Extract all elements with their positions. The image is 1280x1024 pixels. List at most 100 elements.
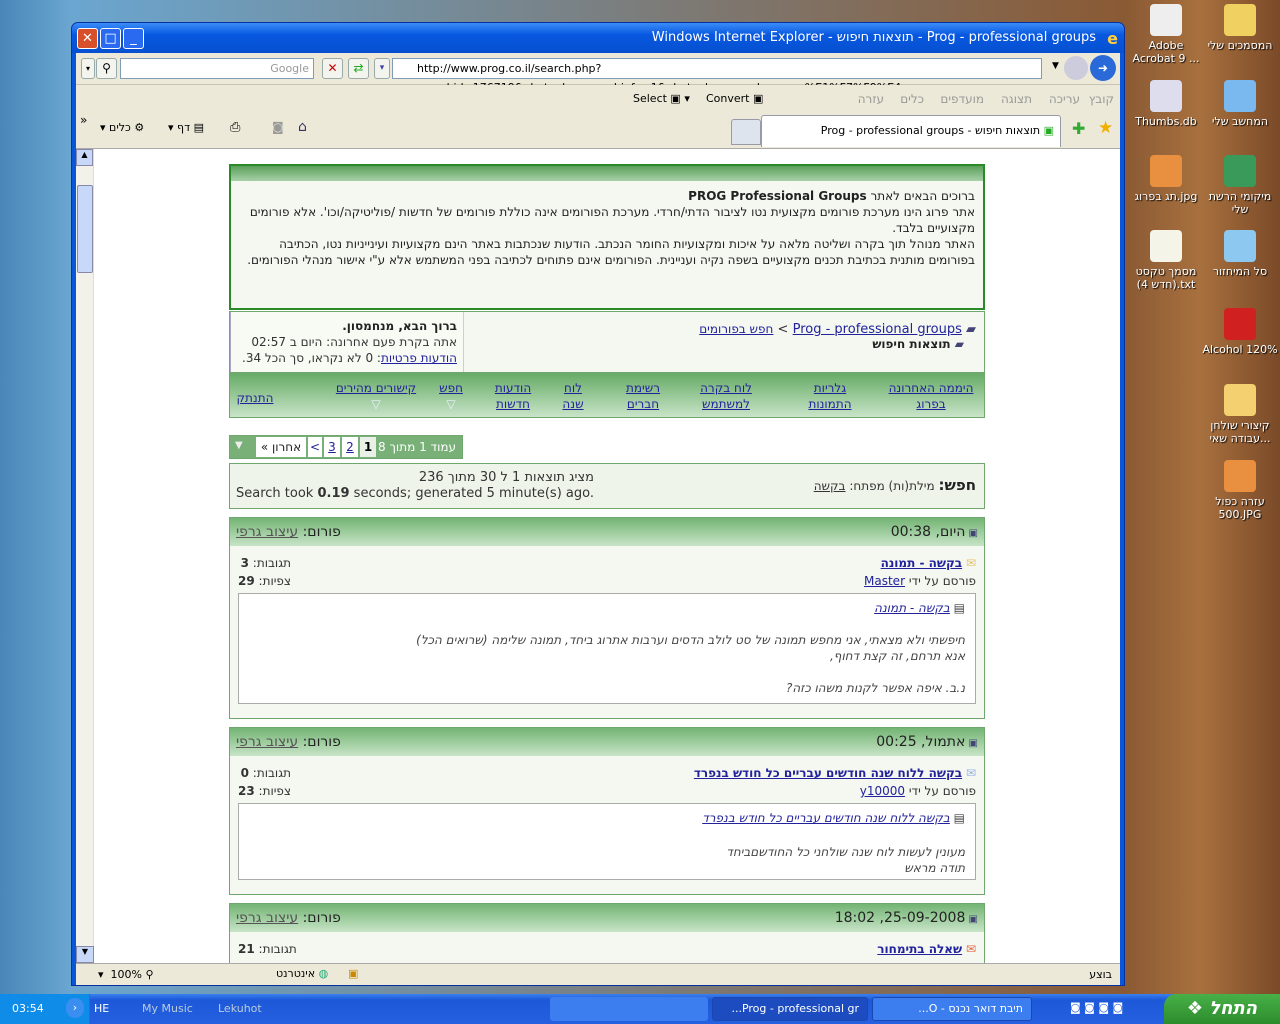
menu-edit[interactable]: עריכה: [1049, 92, 1080, 106]
private-messages-link[interactable]: הודעות פרטיות: [381, 351, 457, 365]
desktop-icon-network[interactable]: מיקומי הרשת שלי: [1200, 155, 1280, 216]
page-menu-button[interactable]: ▤ דף ▾: [168, 121, 204, 134]
tray-expand-icon[interactable]: ›: [66, 998, 84, 1018]
keyword-link[interactable]: בקשה: [814, 479, 846, 493]
welcome-paragraph-1: אתר פרוג הינו מערכת פורומים מקצועית נטו …: [249, 205, 975, 235]
menu-favorites[interactable]: מועדפים: [940, 92, 984, 106]
menu-tools[interactable]: כלים: [900, 92, 924, 106]
breadcrumb-search-link[interactable]: חפש בפורומים: [699, 322, 773, 336]
scroll-down-button[interactable]: ▼: [76, 946, 94, 963]
add-favorite-icon[interactable]: ✚: [1072, 119, 1085, 138]
private-messages-count: : 0 לא נקראו, סך הכל 34.: [242, 351, 381, 365]
page-last[interactable]: אחרון »: [256, 437, 306, 457]
print-icon[interactable]: ⎙: [230, 120, 240, 135]
excerpt-title-link[interactable]: בקשה - תמונה: [874, 601, 950, 615]
forward-button[interactable]: [1064, 56, 1088, 80]
toolbar-lekuhot[interactable]: Lekuhot: [218, 1002, 262, 1015]
user-info: ברוך הבא, מנחמסון. אתה בקרת פעם אחרונה: …: [230, 312, 464, 372]
page-link-2[interactable]: 2: [342, 437, 358, 457]
icon-label: מיקומי הרשת שלי: [1208, 190, 1272, 216]
desktop-icon-acrobat[interactable]: Adobe Acrobat 9 ...: [1126, 4, 1206, 65]
nav-item-1[interactable]: גלריות התמונות: [800, 380, 860, 412]
tab-active[interactable]: ▣ תוצאות חיפוש - Prog - professional gro…: [761, 115, 1061, 147]
task-mail[interactable]: תיבת דואר נכנס - O...: [872, 997, 1032, 1021]
desktop-icon-jpg[interactable]: תג בפרוג.jpg: [1126, 155, 1206, 203]
excerpt-line: חיפשתי ולא מצאתי, אני מחפש תמונה של סט ל…: [416, 633, 965, 647]
page-label: דף: [177, 121, 191, 134]
start-button[interactable]: התחל ❖: [1164, 994, 1280, 1024]
forum-link[interactable]: עיצוב גרפי: [236, 524, 298, 540]
stop-button[interactable]: ✕: [322, 58, 343, 79]
excerpt-title-link[interactable]: בקשה ללוח שנה חודשים עבריים כל חודש בנפר…: [702, 811, 950, 825]
menu-view[interactable]: תצוגה: [1001, 92, 1032, 106]
views-label: צפיות:: [258, 574, 292, 588]
forum-link[interactable]: עיצוב גרפי: [236, 734, 298, 750]
nav-item-7[interactable]: קישורים מהירים ▽: [330, 380, 422, 412]
desktop-icon-folder[interactable]: קיצורי שולחן עבודה שאי...: [1200, 384, 1280, 445]
desktop-icon-recycle-bin[interactable]: סל המיחזור: [1200, 230, 1280, 278]
convert-button[interactable]: Convert ▣: [706, 92, 763, 105]
toolbar-my-music[interactable]: My Music: [142, 1002, 193, 1015]
desktop-icon-my-computer[interactable]: המחשב שלי: [1200, 80, 1280, 128]
thread-title-link[interactable]: בקשה - תמונה: [881, 556, 963, 570]
zoom-control[interactable]: ▾ 100% ⚲: [98, 968, 154, 981]
page-next[interactable]: >: [308, 437, 322, 457]
nav-item-6[interactable]: חפש ▽: [434, 380, 468, 412]
search-dropdown[interactable]: ▾: [81, 58, 95, 79]
minimize-button[interactable]: _: [123, 28, 144, 49]
scroll-up-button[interactable]: ▲: [76, 149, 93, 166]
page-link-3[interactable]: 3: [324, 437, 340, 457]
status-bar: בוצע ◍ אינטרנט ▣ ▾ 100% ⚲: [76, 963, 1120, 985]
close-button[interactable]: ✕: [77, 28, 98, 49]
author-link[interactable]: Master: [864, 574, 905, 588]
quick-launch[interactable]: ◙ ◙ ◙ ◙: [1070, 1001, 1123, 1014]
scrollbar[interactable]: ▲ ▼: [76, 149, 94, 963]
back-button[interactable]: ➜: [1090, 55, 1116, 81]
convert-label: Convert: [706, 92, 750, 105]
language-indicator[interactable]: HE: [94, 1002, 109, 1015]
desktop-icon-alcohol[interactable]: Alcohol 120%: [1200, 308, 1280, 356]
favorites-star-icon[interactable]: ★: [1098, 118, 1113, 138]
start-label: התחל: [1209, 998, 1258, 1019]
desktop-icon-text-file[interactable]: מסמך טקסט (חדש 4).txt: [1126, 230, 1206, 291]
menu-help[interactable]: עזרה: [858, 92, 884, 106]
history-dropdown[interactable]: ▼: [1052, 61, 1059, 71]
scroll-thumb[interactable]: [77, 185, 93, 273]
nav-label: לוח בקרה: [700, 381, 752, 395]
nav-item-3[interactable]: רשימת חברים: [618, 380, 668, 412]
nav-bar: היממה האחרונה בפרוג גלריות התמונות לוח בקרה ל…: [229, 373, 985, 418]
menu-file[interactable]: קובץ: [1089, 92, 1114, 106]
desktop-icon-my-documents[interactable]: המסמכים שלי: [1200, 4, 1280, 52]
address-input[interactable]: http://www.prog.co.il/search.php?searchi…: [392, 58, 1042, 94]
forum-link[interactable]: עיצוב גרפי: [236, 910, 298, 926]
task-label: תיבת דואר נכנס - O...: [918, 1002, 1023, 1015]
breadcrumb-home-link[interactable]: Prog - professional groups: [793, 322, 962, 337]
author-link[interactable]: y10000: [860, 784, 905, 798]
nav-item-8[interactable]: התנתק: [232, 390, 278, 406]
search-icon[interactable]: ⚲: [96, 58, 117, 79]
thread-title-link[interactable]: בקשה ללוח שנה חודשים עבריים כל חודש בנפר…: [694, 766, 962, 780]
replies-label: תגובות:: [252, 766, 292, 780]
excerpt-line: אנא תרחם, זה קצת דחוף,: [829, 649, 965, 663]
desktop-icon-thumbs[interactable]: Thumbs.db: [1126, 80, 1206, 128]
nav-item-2[interactable]: לוח בקרה למשתמש: [690, 380, 762, 412]
nav-item-5[interactable]: הודעות חדשות: [488, 380, 538, 412]
tools-menu-button[interactable]: ⚙ כלים ▾: [100, 121, 144, 134]
new-tab-button[interactable]: [731, 119, 761, 145]
pagination-menu-dropdown[interactable]: ▼: [235, 440, 243, 451]
chevron-icon[interactable]: »: [80, 113, 87, 127]
task-empty[interactable]: [550, 997, 708, 1021]
thread-title-link[interactable]: שאלה בתימחור: [877, 942, 962, 956]
nav-item-0[interactable]: היממה האחרונה בפרוג: [886, 380, 976, 412]
thread-icon: ✉: [962, 766, 976, 780]
maximize-button[interactable]: □: [100, 28, 121, 49]
refresh-button[interactable]: ⇄: [348, 58, 369, 79]
nav-item-4[interactable]: לוח שנה: [556, 380, 590, 412]
task-ie[interactable]: Prog - professional gr...: [712, 997, 868, 1021]
rss-icon[interactable]: ◙: [272, 120, 284, 134]
select-button[interactable]: Select ▣ ▾: [633, 92, 690, 105]
search-input[interactable]: Google: [120, 58, 314, 79]
home-icon[interactable]: ⌂: [298, 119, 307, 135]
address-dropdown[interactable]: ▾: [374, 58, 390, 79]
desktop-icon-jpg2[interactable]: עזרה כפול 500.JPG: [1200, 460, 1280, 521]
